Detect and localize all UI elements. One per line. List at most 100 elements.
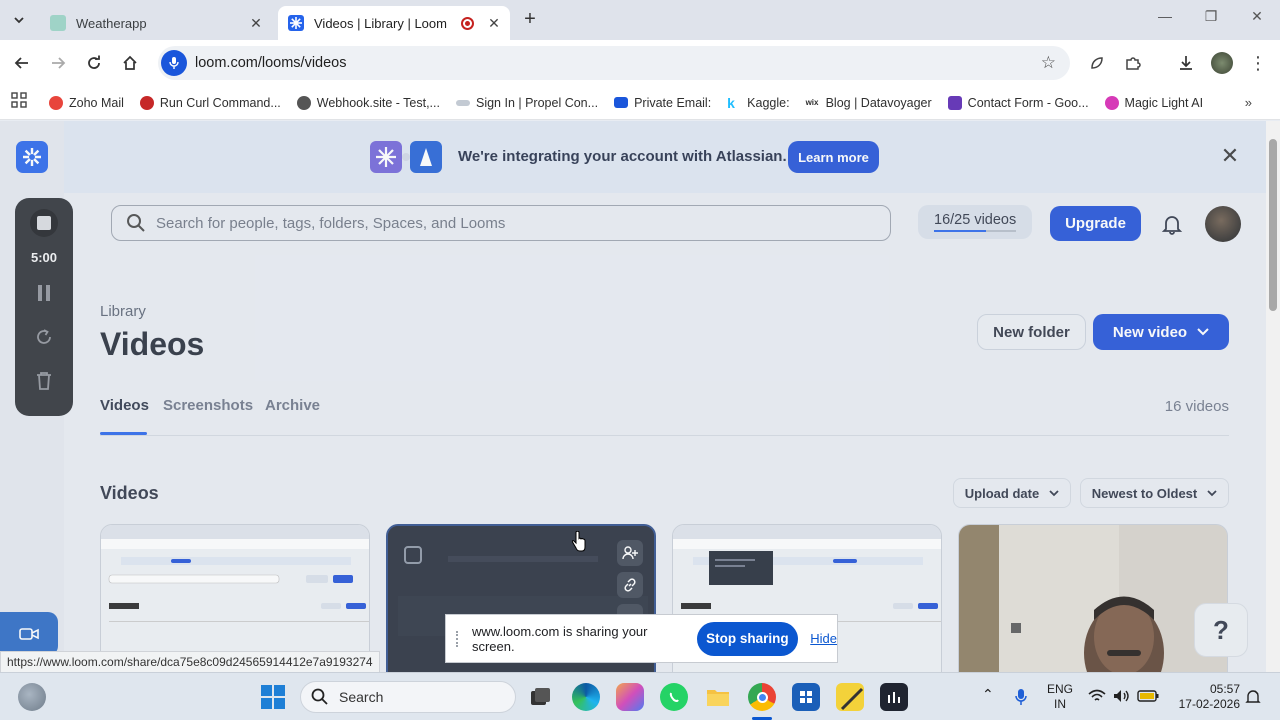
notifications-bell-icon[interactable] xyxy=(1161,213,1183,235)
volume-icon[interactable] xyxy=(1112,689,1130,703)
tab-archive[interactable]: Archive xyxy=(265,397,320,414)
bookmark-star-icon[interactable]: ☆ xyxy=(1041,53,1056,73)
chevron-down-icon xyxy=(14,17,24,24)
download-icon[interactable] xyxy=(1175,52,1197,74)
help-button[interactable]: ? xyxy=(1194,603,1248,657)
wifi-icon[interactable] xyxy=(1088,689,1106,703)
close-tab-icon[interactable]: ✕ xyxy=(246,15,266,32)
webhook-icon xyxy=(296,95,311,110)
browser-tab-loom[interactable]: Videos | Library | Loom ✕ xyxy=(278,6,510,40)
bookmark-item[interactable]: wix Blog | Datavoyager xyxy=(806,96,932,110)
upgrade-button[interactable]: Upgrade xyxy=(1050,206,1141,241)
search-icon xyxy=(311,688,328,705)
window-close-icon[interactable]: ✕ xyxy=(1234,8,1280,32)
pause-icon[interactable] xyxy=(33,284,55,306)
profile-avatar-icon[interactable] xyxy=(1211,52,1233,74)
address-bar[interactable]: loom.com/looms/videos ☆ xyxy=(158,46,1070,80)
new-folder-button[interactable]: New folder xyxy=(977,314,1086,350)
sort-by-dropdown[interactable]: Upload date xyxy=(953,478,1071,508)
bookmark-item[interactable]: Webhook.site - Test,... xyxy=(296,95,440,110)
hand-cursor-icon xyxy=(571,531,586,552)
apps-grid-icon[interactable] xyxy=(11,92,27,113)
browser-tab-weatherapp[interactable]: Weatherapp ✕ xyxy=(40,6,272,40)
drag-handle-icon[interactable] xyxy=(456,630,460,647)
bookmark-label: Zoho Mail xyxy=(69,95,124,110)
recording-timer: 5:00 xyxy=(30,250,58,265)
bookmark-item[interactable]: Private Email: xyxy=(614,96,711,110)
new-video-button[interactable]: New video xyxy=(1093,314,1229,350)
sort-order-label: Newest to Oldest xyxy=(1091,485,1198,501)
bookmark-item[interactable]: Zoho Mail xyxy=(49,95,124,110)
bookmark-item[interactable]: Sign In | Propel Con... xyxy=(455,96,598,110)
divider xyxy=(100,435,1229,436)
trash-icon[interactable] xyxy=(33,371,55,393)
show-hidden-icons-icon[interactable]: ⌃ xyxy=(982,687,994,702)
restore-icon[interactable]: ❐ xyxy=(1188,8,1234,32)
language-indicator[interactable]: ENG IN xyxy=(1042,682,1078,712)
windows-start-icon[interactable] xyxy=(259,683,287,711)
learn-more-button[interactable]: Learn more xyxy=(788,141,879,173)
store-icon[interactable] xyxy=(792,683,820,711)
forward-icon[interactable] xyxy=(45,50,71,76)
widgets-icon[interactable] xyxy=(18,683,46,711)
extension-leaf-icon[interactable] xyxy=(1086,52,1108,74)
stop-sharing-button[interactable]: Stop sharing xyxy=(696,621,799,656)
atlassian-loom-logos-icon xyxy=(370,141,442,173)
browser-menu-icon[interactable]: ⋮ xyxy=(1247,52,1269,74)
new-tab-button[interactable]: + xyxy=(518,8,542,32)
sticky-notes-icon[interactable] xyxy=(836,683,864,711)
edge-browser-icon[interactable] xyxy=(572,683,600,711)
stop-recording-icon[interactable] xyxy=(30,209,58,237)
select-checkbox[interactable] xyxy=(404,546,422,564)
loom-page: We're integrating your account with Atla… xyxy=(0,121,1266,672)
close-banner-icon[interactable]: ✕ xyxy=(1218,145,1242,169)
copilot-icon[interactable] xyxy=(616,683,644,711)
minimize-icon[interactable]: — xyxy=(1142,8,1188,32)
chart-app-icon[interactable] xyxy=(880,683,908,711)
taskbar-search[interactable]: Search xyxy=(300,681,516,713)
bookmark-item[interactable]: Magic Light AI xyxy=(1104,95,1203,110)
microphone-icon[interactable] xyxy=(1014,688,1028,706)
video-card[interactable] xyxy=(100,524,370,672)
back-icon[interactable] xyxy=(9,50,35,76)
hide-link[interactable]: Hide xyxy=(810,631,837,646)
loom-logo-icon[interactable] xyxy=(16,141,48,173)
tab-screenshots[interactable]: Screenshots xyxy=(163,397,253,414)
more-bookmarks-icon[interactable]: » xyxy=(1245,95,1252,110)
video-thumbnail xyxy=(101,525,369,672)
whatsapp-icon[interactable] xyxy=(660,683,688,711)
home-icon[interactable] xyxy=(117,50,143,76)
copy-link-icon[interactable] xyxy=(617,572,643,598)
chrome-icon[interactable] xyxy=(748,683,776,711)
bookmark-item[interactable]: Contact Form - Goo... xyxy=(947,95,1089,110)
search-bar[interactable] xyxy=(111,205,891,241)
clock[interactable]: 05:57 17-02-2026 xyxy=(1164,682,1240,712)
restart-icon[interactable] xyxy=(33,327,55,349)
email-icon xyxy=(614,97,629,108)
scrollbar-thumb[interactable] xyxy=(1269,139,1277,311)
recording-controls: 5:00 xyxy=(15,198,73,416)
video-card[interactable] xyxy=(958,524,1228,672)
page-scrollbar[interactable] xyxy=(1266,121,1280,672)
reload-icon[interactable] xyxy=(81,50,107,76)
tab-search-button[interactable] xyxy=(6,8,32,32)
bookmark-item[interactable]: Run Curl Command... xyxy=(139,95,281,110)
search-input[interactable] xyxy=(156,214,856,232)
task-view-icon[interactable] xyxy=(526,683,554,711)
bookmark-item[interactable]: k Kaggle: xyxy=(727,96,789,110)
camera-icon[interactable] xyxy=(0,612,58,656)
close-tab-icon[interactable]: ✕ xyxy=(484,15,504,32)
section-title: Videos xyxy=(100,483,159,503)
sort-order-dropdown[interactable]: Newest to Oldest xyxy=(1080,478,1229,508)
extensions-puzzle-icon[interactable] xyxy=(1122,52,1144,74)
notification-center-icon[interactable] xyxy=(1245,689,1261,705)
add-person-icon[interactable] xyxy=(617,540,643,566)
battery-icon[interactable] xyxy=(1137,690,1159,702)
user-avatar[interactable] xyxy=(1205,206,1241,242)
file-explorer-icon[interactable] xyxy=(704,683,732,711)
page-title: Videos xyxy=(100,326,205,362)
microphone-icon[interactable] xyxy=(161,50,187,76)
breadcrumb[interactable]: Library xyxy=(100,303,146,320)
tab-videos[interactable]: Videos xyxy=(100,397,149,414)
video-quota[interactable]: 16/25 videos xyxy=(918,205,1032,239)
